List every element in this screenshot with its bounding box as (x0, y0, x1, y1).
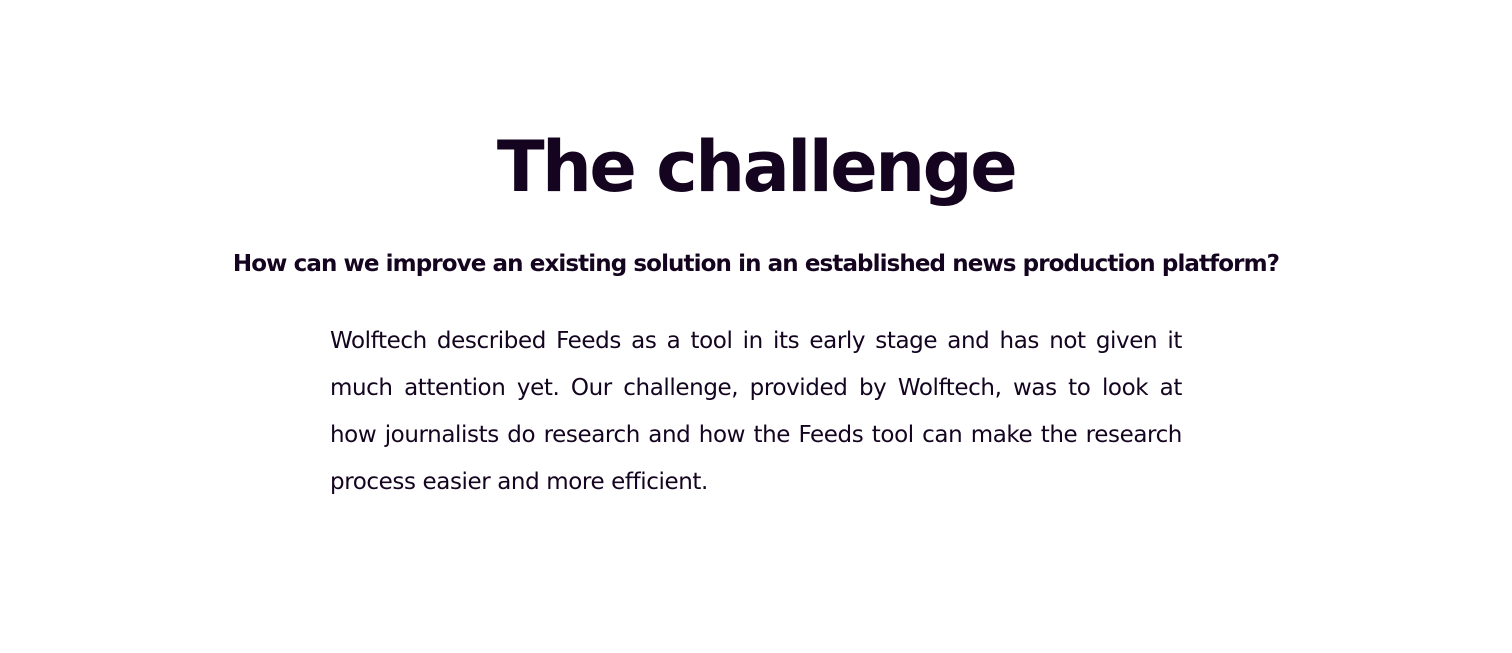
section-subtitle: How can we improve an existing solution … (232, 251, 1280, 277)
challenge-section: The challenge How can we improve an exis… (0, 0, 1512, 653)
section-title: The challenge (496, 126, 1018, 208)
section-body-paragraph: Wolftech described Feeds as a tool in it… (330, 328, 1182, 495)
